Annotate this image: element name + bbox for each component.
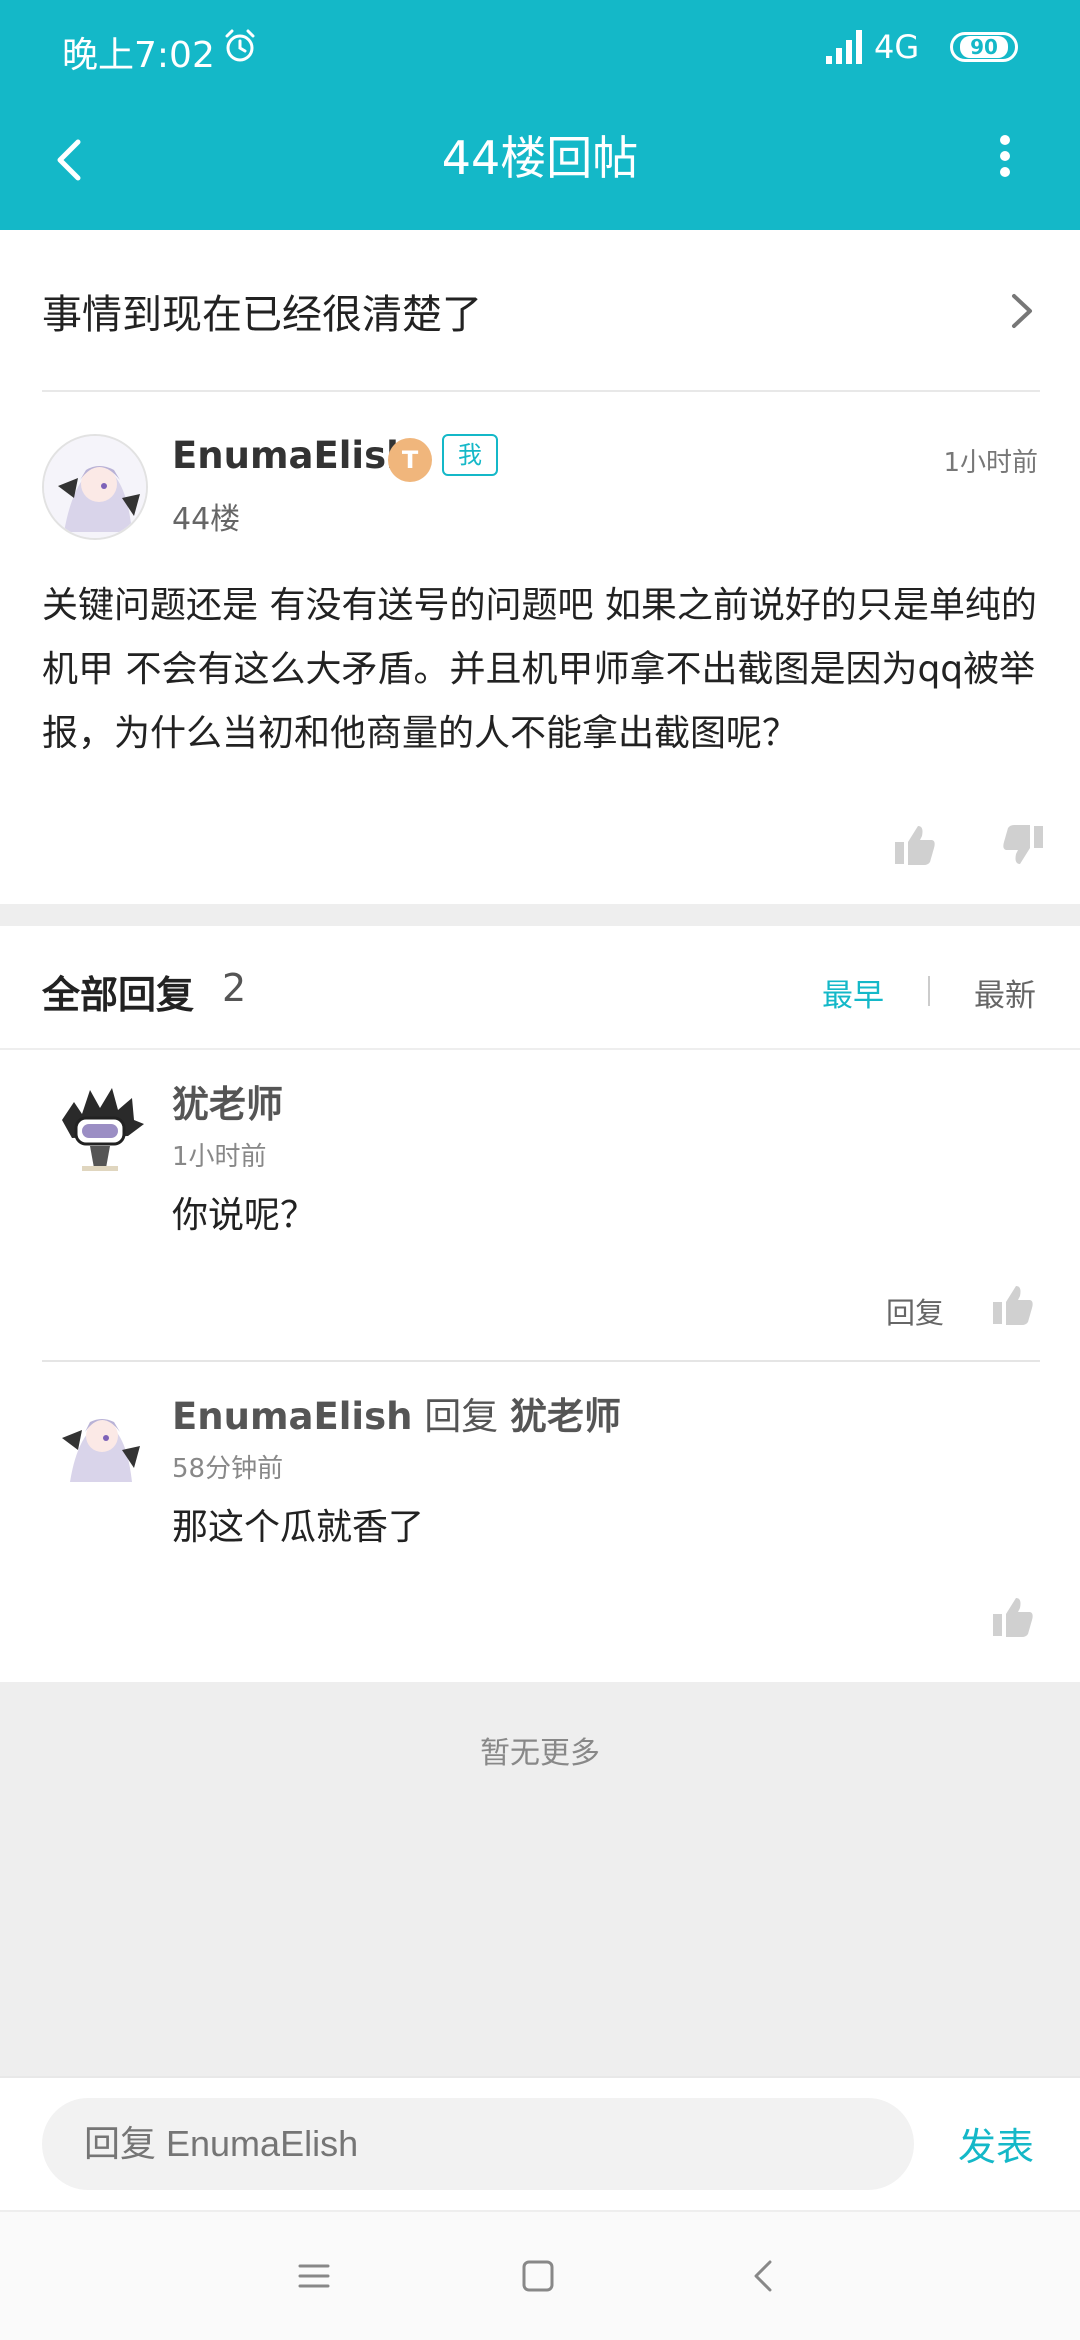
thumbs-down-icon[interactable] <box>1000 822 1046 868</box>
floor-post: EnumaElish T 我 1小时前 44楼 关键问题还是 有没有送号的问题吧… <box>0 394 1080 904</box>
thumbs-up-icon[interactable] <box>892 822 938 868</box>
reply-item: EnumaElish 回复 犹老师 58分钟前 那这个瓜就香了 <box>0 1362 1080 1682</box>
sort-latest-button[interactable]: 最新 <box>974 970 1036 1015</box>
sort-divider <box>928 976 930 1006</box>
more-vertical-icon[interactable] <box>985 126 1025 186</box>
replies-count: 2 <box>222 966 247 1010</box>
reply-text: 那这个瓜就香了 <box>172 1507 425 1548</box>
reply-item: 犹老师 1小时前 你说呢？ 回复 <box>0 1050 1080 1360</box>
post-floor: 44楼 <box>172 502 241 537</box>
sort-earliest-button[interactable]: 最早 <box>822 970 884 1015</box>
system-nav-bar <box>0 2210 1080 2340</box>
status-bar: 晚上7:02 4G 90 <box>0 0 1080 100</box>
avatar[interactable] <box>52 1080 148 1176</box>
replies-header: 全部回复 2 最早 最新 <box>0 926 1080 1050</box>
level-badge: T <box>388 438 432 482</box>
post-time: 1小时前 <box>943 448 1038 478</box>
reply-author[interactable]: 犹老师 <box>172 1074 283 1128</box>
reply-input[interactable] <box>42 2098 914 2190</box>
replies-label: 全部回复 <box>42 973 195 1017</box>
reply-button[interactable]: 回复 <box>886 1290 944 1332</box>
thread-subject: 事情到现在已经很清楚了 <box>42 292 482 338</box>
reply-composer: 发表 <box>0 2076 1080 2210</box>
avatar-illustration-icon <box>62 1088 144 1171</box>
home-icon[interactable] <box>514 2252 562 2300</box>
post-content: 关键问题还是 有没有送号的问题吧 如果之前说好的只是单纯的机甲 不会有这么大矛盾… <box>42 585 1037 754</box>
reply-author-line: EnumaElish 回复 犹老师 <box>172 1386 621 1440</box>
post-author[interactable]: EnumaElish <box>172 434 412 477</box>
thumbs-up-icon[interactable] <box>990 1282 1036 1328</box>
avatar-illustration-icon <box>52 1392 148 1488</box>
alarm-icon <box>225 29 255 62</box>
send-button[interactable]: 发表 <box>958 2116 1034 2171</box>
status-time: 晚上7:02 <box>62 35 215 76</box>
back-icon[interactable] <box>740 2252 788 2300</box>
thumbs-up-icon[interactable] <box>990 1594 1036 1640</box>
me-badge: 我 <box>442 434 498 476</box>
reply-time: 1小时前 <box>172 1142 267 1172</box>
reply-author-name: 犹老师 <box>172 1083 283 1126</box>
thread-subject-link[interactable]: 事情到现在已经很清楚了 <box>42 230 1040 392</box>
chevron-right-icon <box>1012 294 1032 328</box>
battery-level: 90 <box>960 36 1008 58</box>
reply-to-label: 回复 <box>424 1395 499 1438</box>
signal-icon <box>826 30 862 64</box>
no-more-message: 暂无更多 <box>480 1736 600 1771</box>
avatar-illustration-icon <box>44 436 146 538</box>
menu-icon[interactable] <box>290 2252 338 2300</box>
section-divider <box>0 904 1080 926</box>
header-bar: 44楼回帖 <box>0 100 1080 230</box>
page-title: 44楼回帖 <box>441 131 639 185</box>
network-type: 4G <box>874 28 920 66</box>
battery-icon: 90 <box>950 32 1018 62</box>
avatar[interactable] <box>52 1392 148 1488</box>
reply-time: 58分钟前 <box>172 1454 284 1484</box>
reply-to-name[interactable]: 犹老师 <box>510 1395 621 1438</box>
avatar[interactable] <box>42 434 148 540</box>
reply-author-name[interactable]: EnumaElish <box>172 1395 412 1438</box>
no-more-area: 暂无更多 <box>0 1682 1080 2076</box>
reply-text: 你说呢？ <box>172 1195 317 1236</box>
